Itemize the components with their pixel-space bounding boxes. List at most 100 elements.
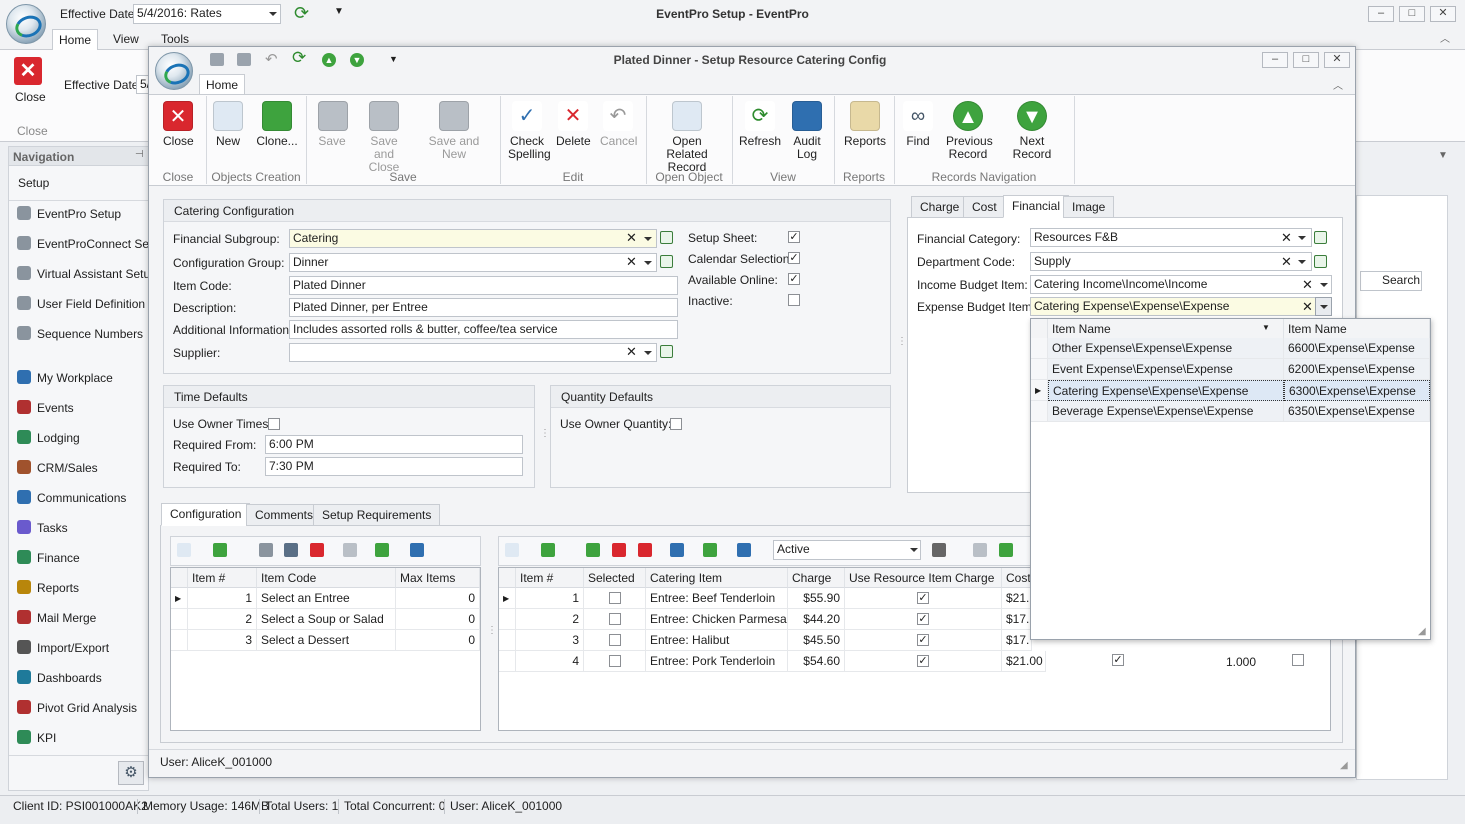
nav-setup-user-field-definition[interactable]: User Field Definition (17, 293, 145, 315)
description-field[interactable]: Plated Dinner, per Entree (289, 298, 678, 317)
additional-information-field[interactable]: Includes assorted rolls & butter, coffee… (289, 320, 678, 339)
quantity-cell[interactable]: 1.000 (1226, 655, 1256, 669)
selected-checkbox[interactable] (609, 655, 621, 667)
export-icon[interactable] (410, 543, 424, 557)
clear-icon[interactable]: ✕ (1302, 299, 1313, 315)
configuration-group-field[interactable]: Dinner (289, 253, 657, 272)
table-cell[interactable]: $45.50 (788, 630, 845, 651)
collapse-ribbon-icon[interactable]: ︿ (1440, 30, 1450, 45)
tab-setup-requirements[interactable]: Setup Requirements (313, 504, 441, 526)
export-icon[interactable] (670, 543, 684, 557)
inactive-checkbox[interactable] (788, 294, 800, 306)
clear-icon[interactable]: ✕ (626, 230, 637, 246)
nav-item-import-export[interactable]: Import/Export (17, 637, 109, 659)
popup-column-item-name[interactable]: Item Name (1048, 319, 1284, 339)
nav-setup-eventpro-setup[interactable]: EventPro Setup (17, 203, 121, 225)
row-indicator[interactable] (499, 651, 516, 672)
save-layout-icon[interactable] (259, 543, 273, 557)
selected-checkbox[interactable] (609, 592, 621, 604)
tab-cost[interactable]: Cost (963, 196, 1006, 218)
minimize-button[interactable]: – (1368, 6, 1394, 22)
background-search-button[interactable]: Search (1360, 271, 1422, 291)
refresh-grid-icon[interactable] (343, 543, 357, 557)
nav-item-mail-merge[interactable]: Mail Merge (17, 607, 96, 629)
column-header-item[interactable]: Item # (516, 568, 584, 588)
previous-icon[interactable] (973, 543, 987, 557)
close-button[interactable]: ✕ Close (163, 101, 194, 148)
dropdown-option-code[interactable]: 6600\Expense\Expense (1284, 338, 1430, 359)
row-indicator[interactable] (499, 630, 516, 651)
chevron-down-icon[interactable] (644, 351, 652, 355)
resize-grip-icon[interactable]: ◢ (1340, 760, 1348, 771)
next-qat-icon[interactable]: ▼ (350, 53, 364, 67)
child-minimize-button[interactable]: – (1262, 52, 1288, 68)
row-indicator[interactable] (171, 609, 188, 630)
column-header-cost[interactable]: Cost (1002, 568, 1032, 588)
table-cell[interactable]: 0 (396, 588, 480, 609)
cancel-button[interactable]: ↶ Cancel (600, 101, 637, 148)
new-row-icon[interactable] (505, 543, 519, 557)
nav-item-tasks[interactable]: Tasks (17, 517, 68, 539)
tab-charge[interactable]: Charge (911, 196, 969, 218)
selected-checkbox[interactable] (609, 613, 621, 625)
dropdown-option[interactable]: Event Expense\Expense\Expense (1048, 359, 1284, 380)
table-cell[interactable]: 4 (516, 651, 584, 672)
app-orb-icon[interactable] (6, 4, 46, 44)
check-icon[interactable] (586, 543, 600, 557)
audit-log-button[interactable]: Audit Log (790, 101, 824, 161)
use-owner-times-checkbox[interactable] (268, 418, 280, 430)
column-header-selected[interactable]: Selected (584, 568, 646, 588)
nav-item-kpi[interactable]: KPI (17, 727, 56, 749)
financial-category-field[interactable]: Resources F&B (1030, 228, 1312, 247)
lookup-icon[interactable] (660, 231, 673, 244)
table-cell[interactable]: 0 (396, 609, 480, 630)
chevron-down-icon[interactable] (1298, 236, 1306, 240)
nav-item-crm-sales[interactable]: CRM/Sales (17, 457, 98, 479)
row-indicator[interactable] (1031, 359, 1048, 380)
filter-icon[interactable] (932, 543, 946, 557)
nav-item-communications[interactable]: Communications (17, 487, 126, 509)
tab-view[interactable]: View (113, 32, 139, 46)
previous-qat-icon[interactable]: ▲ (322, 53, 336, 67)
nav-item-pivot-grid-analysis[interactable]: Pivot Grid Analysis (17, 697, 137, 719)
tab-configuration[interactable]: Configuration (161, 503, 251, 526)
child-close-button[interactable]: ✕ (1324, 52, 1350, 68)
row-indicator[interactable] (499, 609, 516, 630)
tab-financial[interactable]: Financial (1003, 195, 1070, 218)
clear-icon[interactable]: ✕ (626, 344, 637, 360)
department-code-field[interactable]: Supply (1030, 252, 1312, 271)
table-cell[interactable]: Entree: Beef Tenderloin (646, 588, 788, 609)
lookup-icon[interactable] (1314, 255, 1327, 268)
popup-column-item-code[interactable]: Item Name (1284, 319, 1430, 339)
clear-icon[interactable]: ✕ (626, 254, 637, 270)
save-qat-icon[interactable] (210, 53, 224, 66)
row-checkbox[interactable]: ✓ (1112, 654, 1124, 666)
child-tab-home[interactable]: Home (199, 74, 245, 95)
print-icon[interactable] (284, 543, 298, 557)
check-all-icon[interactable] (612, 543, 626, 557)
row-indicator[interactable] (1031, 401, 1048, 422)
effective-date-select[interactable]: 5/4/2016: Rates (133, 4, 281, 24)
table-cell[interactable]: 1 (516, 588, 584, 609)
row-checkbox[interactable] (1292, 654, 1304, 666)
copy-icon[interactable] (703, 543, 717, 557)
child-collapse-ribbon-icon[interactable]: ︿ (1333, 77, 1343, 92)
tab-image[interactable]: Image (1063, 196, 1115, 218)
table-cell[interactable]: $54.60 (788, 651, 845, 672)
dropdown-option[interactable]: Other Expense\Expense\Expense (1048, 338, 1284, 359)
save-new-button[interactable]: Save and New (418, 101, 490, 161)
table-cell[interactable]: $44.20 (788, 609, 845, 630)
popup-resize-grip-icon[interactable]: ◢ (1418, 626, 1426, 637)
add-icon[interactable] (541, 543, 555, 557)
table-cell[interactable] (584, 588, 646, 609)
supplier-field[interactable] (289, 343, 657, 362)
row-indicator[interactable]: ▶ (171, 588, 188, 609)
table-cell[interactable]: $55.90 (788, 588, 845, 609)
table-cell[interactable] (584, 630, 646, 651)
table-cell[interactable]: ✓ (845, 609, 1002, 630)
tab-tools[interactable]: Tools (161, 32, 189, 46)
table-cell[interactable]: $17. (1002, 630, 1032, 651)
table-cell[interactable]: Entree: Pork Tenderloin (646, 651, 788, 672)
refresh-qat-icon[interactable]: ⟳ (292, 48, 306, 68)
chevron-down-icon[interactable] (644, 261, 652, 265)
